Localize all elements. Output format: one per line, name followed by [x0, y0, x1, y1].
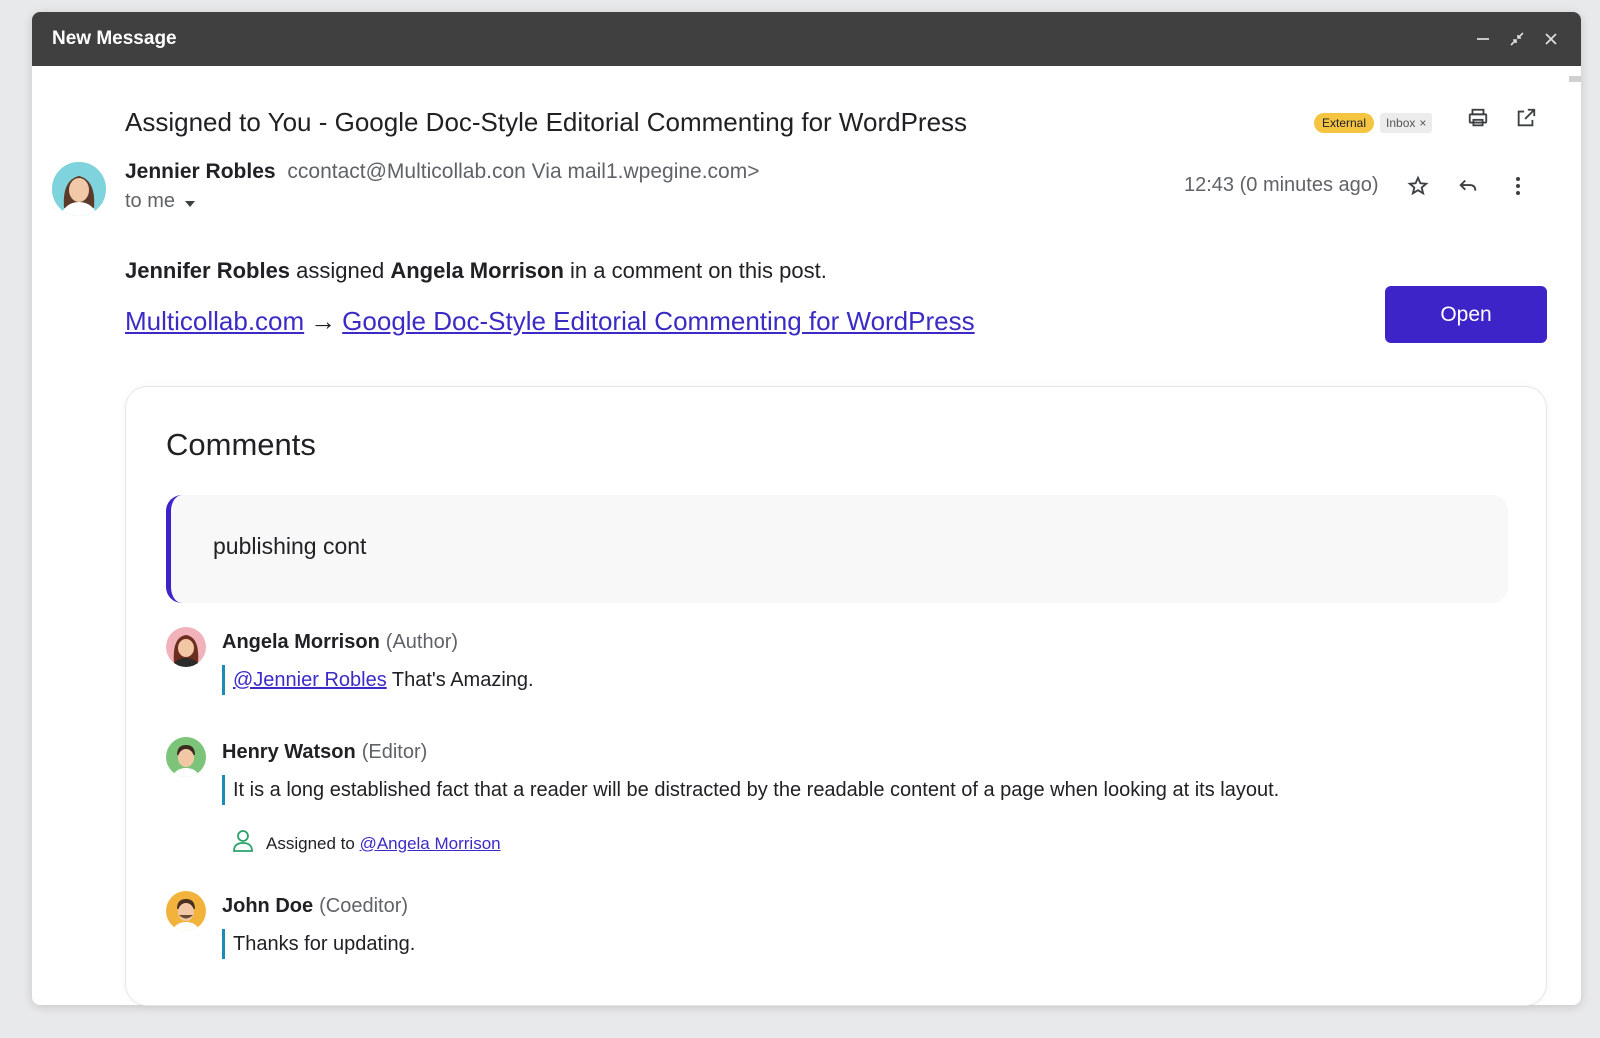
recipient-line[interactable]: to me — [125, 190, 196, 213]
comment-header: Henry Watson (Editor) — [222, 741, 427, 764]
window-titlebar: New Message — [32, 12, 1581, 66]
comment-header: Angela Morrison (Author) — [222, 631, 458, 654]
comment-role: (Coeditor) — [319, 895, 409, 917]
scrollbar[interactable] — [1569, 76, 1581, 82]
sender-info: Jennier Robles ccontact@Multicollab.con … — [125, 160, 760, 184]
reply-icon[interactable] — [1456, 174, 1480, 198]
sender-email: ccontact@Multicollab.con Via mail1.wpegi… — [287, 160, 760, 183]
user-icon — [232, 829, 254, 858]
sender-avatar[interactable] — [52, 162, 106, 216]
arrow-right-icon: → — [310, 306, 337, 336]
notification-text: Jennifer Robles assigned Angela Morrison… — [125, 258, 827, 284]
label-group: External Inbox × — [1314, 113, 1433, 133]
window-title: New Message — [52, 28, 177, 49]
quoted-text: publishing cont — [213, 533, 367, 559]
comment-body: It is a long established fact that a rea… — [222, 775, 1279, 805]
post-link[interactable]: Google Doc-Style Editorial Commenting fo… — [342, 306, 974, 337]
print-icon[interactable] — [1466, 106, 1490, 130]
recipient-text: to me — [125, 190, 176, 212]
comment-role: (Editor) — [361, 741, 428, 763]
comment-item: Henry Watson (Editor) It is a long establ… — [166, 737, 1466, 857]
comment-role: (Author) — [385, 631, 459, 653]
chevron-down-icon[interactable] — [185, 190, 196, 213]
comment-author: Angela Morrison — [222, 631, 380, 653]
comment-author: John Doe — [222, 895, 314, 917]
assigned-word: assigned — [290, 258, 391, 283]
assigned-mention-link[interactable]: @Angela Morrison — [360, 834, 501, 853]
message-time: 12:43 (0 minutes ago) — [1184, 174, 1379, 196]
exit-fullscreen-icon[interactable] — [1507, 29, 1527, 49]
close-icon[interactable] — [1541, 29, 1561, 49]
assigned-label: Assigned to — [266, 833, 360, 853]
comment-body: @Jennier Robles That's Amazing. — [222, 665, 534, 695]
email-subject: Assigned to You - Google Doc-Style Edito… — [125, 106, 968, 137]
comments-card: Comments publishing cont Angela Morrison… — [125, 386, 1547, 1006]
more-options-icon[interactable] — [1506, 174, 1530, 198]
external-badge: External — [1314, 113, 1375, 133]
comments-heading: Comments — [166, 427, 316, 462]
comment-text: That's Amazing. — [386, 669, 534, 691]
sender-name[interactable]: Jennier Robles — [125, 160, 276, 183]
comment-body: Thanks for updating. — [222, 929, 415, 959]
minimize-icon[interactable] — [1473, 29, 1493, 49]
comment-header: John Doe (Coeditor) — [222, 895, 408, 918]
comment-author: Henry Watson — [222, 741, 356, 763]
assignee-name: Angela Morrison — [390, 258, 564, 283]
inbox-label[interactable]: Inbox × — [1380, 113, 1433, 133]
avatar[interactable] — [166, 891, 206, 931]
notification-rest: in a comment on this post. — [563, 258, 827, 283]
avatar[interactable] — [166, 737, 206, 777]
assignment-line: Assigned to @Angela Morrison — [232, 829, 501, 858]
remove-label-icon[interactable]: × — [1419, 116, 1426, 130]
open-in-new-window-icon[interactable] — [1514, 106, 1538, 130]
inbox-label-text: Inbox — [1386, 116, 1416, 130]
open-button[interactable]: Open — [1385, 286, 1547, 343]
quoted-text-box: publishing cont — [166, 495, 1508, 603]
star-icon[interactable] — [1406, 174, 1430, 198]
assigner-name: Jennifer Robles — [125, 258, 291, 283]
site-link[interactable]: Multicollab.com — [125, 306, 304, 337]
post-link-line: Multicollab.com → Google Doc-Style Edito… — [125, 306, 975, 337]
mention-link[interactable]: @Jennier Robles — [233, 669, 387, 691]
avatar[interactable] — [166, 627, 206, 667]
